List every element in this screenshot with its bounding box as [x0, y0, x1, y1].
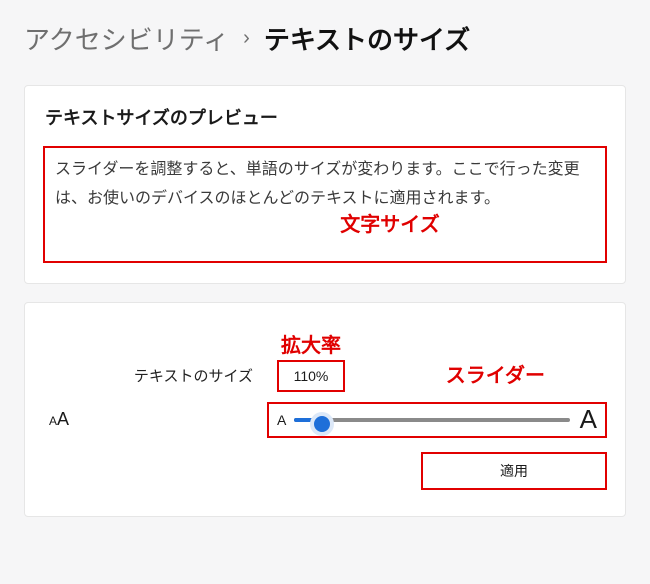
text-size-slider[interactable]	[294, 410, 569, 430]
slider-track	[294, 418, 569, 422]
zoom-value: 110%	[277, 360, 345, 392]
preview-body-text: スライダーを調整すると、単語のサイズが変わります。ここで行った変更は、お使いのデ…	[55, 156, 595, 214]
preview-card: テキストサイズのプレビュー スライダーを調整すると、単語のサイズが変わります。こ…	[24, 85, 626, 284]
breadcrumb-current: テキストのサイズ	[264, 20, 470, 57]
letter-a-big-icon: A	[57, 409, 69, 429]
annotation-label-slider: スライダー	[446, 359, 545, 388]
breadcrumb: アクセシビリティ › テキストのサイズ	[0, 0, 650, 67]
apply-button[interactable]: 適用	[421, 452, 607, 490]
slider-min-glyph: A	[277, 412, 286, 428]
annotation-box-text-size: スライダーを調整すると、単語のサイズが変わります。ここで行った変更は、お使いのデ…	[43, 146, 607, 263]
text-size-label: テキストのサイズ	[43, 365, 253, 392]
preview-title: テキストサイズのプレビュー	[45, 104, 607, 130]
annotation-box-slider: A A	[267, 402, 607, 438]
controls-card: テキストのサイズ 拡大率 110% スライダー AA A A 適用	[24, 302, 626, 517]
controls-row-label: テキストのサイズ 拡大率 110% スライダー	[43, 329, 607, 392]
text-size-icon: AA	[43, 409, 253, 430]
chevron-right-icon: ›	[243, 27, 250, 50]
slider-thumb[interactable]	[310, 412, 334, 436]
letter-a-small-icon: A	[49, 414, 57, 428]
breadcrumb-parent[interactable]: アクセシビリティ	[24, 20, 229, 57]
controls-row-apply: 適用	[43, 452, 607, 490]
controls-row-slider: AA A A	[43, 402, 607, 438]
slider-max-glyph: A	[580, 404, 597, 435]
annotation-label-zoom-rate: 拡大率	[281, 329, 341, 358]
